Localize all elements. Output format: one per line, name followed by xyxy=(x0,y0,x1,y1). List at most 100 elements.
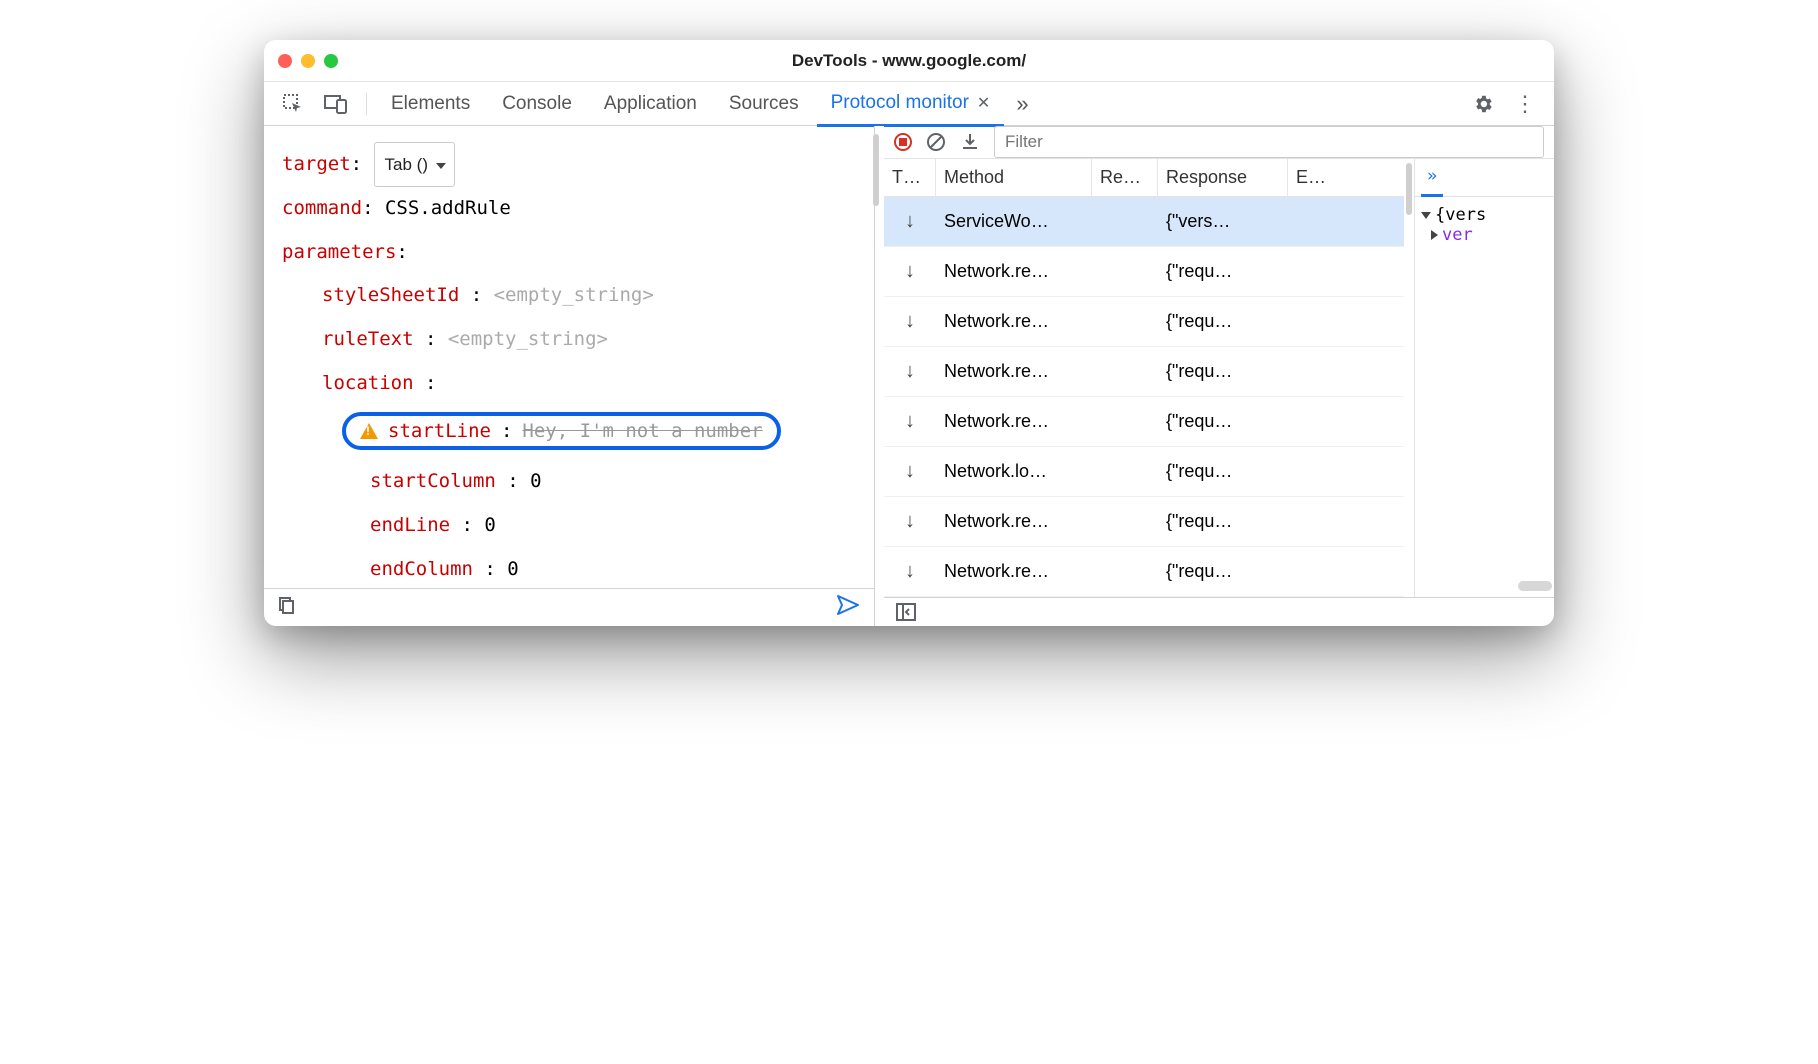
col-method[interactable]: Method xyxy=(936,159,1092,196)
toggle-drawer-icon[interactable] xyxy=(896,603,916,621)
arrow-down-icon: ↓ xyxy=(905,210,915,232)
record-icon[interactable] xyxy=(894,133,912,151)
cell-method: Network.re… xyxy=(936,561,1092,582)
settings-icon[interactable] xyxy=(1464,87,1502,121)
tab-label: Console xyxy=(502,93,572,115)
arrow-down-icon: ↓ xyxy=(905,360,915,382)
close-tab-icon[interactable]: ✕ xyxy=(977,93,990,113)
parameters-label: parameters xyxy=(282,241,396,263)
cell-response: {"requ… xyxy=(1158,311,1288,332)
traffic-lights xyxy=(278,54,338,68)
protocol-log-pane: T… Method Re… Response E… ↓ ServiceWo… {"v… xyxy=(884,126,1554,626)
pane-divider[interactable] xyxy=(874,126,884,626)
filter-input[interactable] xyxy=(994,126,1544,158)
command-editor: target: Tab () command: CSS.addRule para… xyxy=(264,126,874,588)
arrow-down-icon: ↓ xyxy=(905,460,915,482)
cell-response: {"requ… xyxy=(1158,411,1288,432)
minimize-window-button[interactable] xyxy=(301,54,315,68)
log-toolbar xyxy=(884,126,1554,159)
invalid-param-highlight: startLine : Hey, I'm not a number xyxy=(342,412,781,451)
detail-scrollbar[interactable] xyxy=(1518,581,1552,591)
param-key: startColumn xyxy=(370,470,496,492)
tab-console[interactable]: Console xyxy=(488,82,586,126)
log-footer xyxy=(884,597,1554,626)
clear-icon[interactable] xyxy=(926,132,946,152)
tab-elements[interactable]: Elements xyxy=(377,82,484,126)
col-response[interactable]: Response xyxy=(1158,159,1288,196)
download-icon[interactable] xyxy=(960,132,980,152)
table-row[interactable]: ↓Network.re…{"requ… xyxy=(884,397,1404,447)
cell-method: Network.re… xyxy=(936,511,1092,532)
table-row[interactable]: ↓ ServiceWo… {"vers… xyxy=(884,197,1404,247)
arrow-down-icon: ↓ xyxy=(905,310,915,332)
cell-method: Network.re… xyxy=(936,411,1092,432)
tab-label: Application xyxy=(604,93,697,115)
col-elapsed[interactable]: E… xyxy=(1288,159,1338,196)
table-row[interactable]: ↓Network.re…{"requ… xyxy=(884,247,1404,297)
json-tree[interactable]: {vers ver xyxy=(1415,197,1554,253)
param-key: location xyxy=(322,372,414,394)
log-body: T… Method Re… Response E… ↓ ServiceWo… {"v… xyxy=(884,159,1554,597)
cell-response: {"requ… xyxy=(1158,261,1288,282)
cell-response: {"requ… xyxy=(1158,461,1288,482)
cell-response: {"vers… xyxy=(1158,211,1288,232)
table-header: T… Method Re… Response E… xyxy=(884,159,1404,197)
warning-icon xyxy=(360,423,378,439)
cell-method: ServiceWo… xyxy=(936,211,1092,232)
cell-method: Network.re… xyxy=(936,261,1092,282)
detail-tabs: » xyxy=(1415,159,1554,197)
main-toolbar: Elements Console Application Sources Pro… xyxy=(264,82,1554,126)
arrow-down-icon: ↓ xyxy=(905,510,915,532)
tree-root: {vers xyxy=(1435,205,1486,225)
chevron-right-icon[interactable] xyxy=(1431,230,1438,240)
invalid-value[interactable]: Hey, I'm not a number xyxy=(522,420,762,443)
table-row[interactable]: ↓ Network.re… {"requ… xyxy=(884,297,1404,347)
target-select[interactable]: Tab () xyxy=(374,142,455,187)
titlebar: DevTools - www.google.com/ xyxy=(264,40,1554,82)
chevron-down-icon[interactable] xyxy=(1421,212,1431,219)
copy-icon[interactable] xyxy=(278,596,296,619)
tab-label: Sources xyxy=(729,93,799,115)
tab-application[interactable]: Application xyxy=(590,82,711,126)
detail-pane: » {vers ver xyxy=(1414,159,1554,597)
table-scrollbar[interactable] xyxy=(1406,163,1412,215)
send-icon[interactable] xyxy=(836,594,860,622)
table-row[interactable]: ↓Network.re…{"requ… xyxy=(884,347,1404,397)
param-key: endLine xyxy=(370,514,450,536)
param-key: styleSheetId xyxy=(322,284,459,306)
protocol-editor-pane: target: Tab () command: CSS.addRule para… xyxy=(264,126,874,626)
close-window-button[interactable] xyxy=(278,54,292,68)
command-label: command xyxy=(282,197,362,219)
cell-method: Network.re… xyxy=(936,361,1092,382)
arrow-down-icon: ↓ xyxy=(905,560,915,582)
table-row[interactable]: ↓Network.lo…{"requ… xyxy=(884,447,1404,497)
tab-protocol-monitor[interactable]: Protocol monitor ✕ xyxy=(817,82,1005,127)
window-title: DevTools - www.google.com/ xyxy=(264,51,1554,71)
tab-label: Elements xyxy=(391,93,470,115)
col-request[interactable]: Re… xyxy=(1092,159,1158,196)
device-toggle-icon[interactable] xyxy=(316,88,356,120)
inspect-icon[interactable] xyxy=(274,87,312,121)
param-value[interactable]: 0 xyxy=(484,514,495,536)
command-value[interactable]: CSS.addRule xyxy=(385,197,511,219)
col-type[interactable]: T… xyxy=(884,159,936,196)
param-value[interactable]: <empty_string> xyxy=(448,328,608,350)
param-value[interactable]: <empty_string> xyxy=(494,284,654,306)
param-key: ruleText xyxy=(322,328,414,350)
param-value[interactable]: 0 xyxy=(507,558,518,580)
more-tabs-icon[interactable]: » xyxy=(1008,85,1036,123)
tab-label: Protocol monitor xyxy=(831,92,969,114)
zoom-window-button[interactable] xyxy=(324,54,338,68)
table-row[interactable]: ↓Network.re…{"requ… xyxy=(884,547,1404,597)
param-key: startLine xyxy=(388,420,491,443)
kebab-menu-icon[interactable]: ⋮ xyxy=(1506,85,1544,123)
table-row[interactable]: ↓ Network.re… {"requ… xyxy=(884,497,1404,547)
tab-sources[interactable]: Sources xyxy=(715,82,813,126)
param-value[interactable]: 0 xyxy=(530,470,541,492)
divider-handle[interactable] xyxy=(873,134,879,206)
detail-more-tabs[interactable]: » xyxy=(1421,159,1443,197)
cell-response: {"requ… xyxy=(1158,511,1288,532)
tree-child: ver xyxy=(1442,225,1473,245)
devtools-window: DevTools - www.google.com/ Elements Cons… xyxy=(264,40,1554,626)
cell-method: Network.re… xyxy=(936,311,1092,332)
